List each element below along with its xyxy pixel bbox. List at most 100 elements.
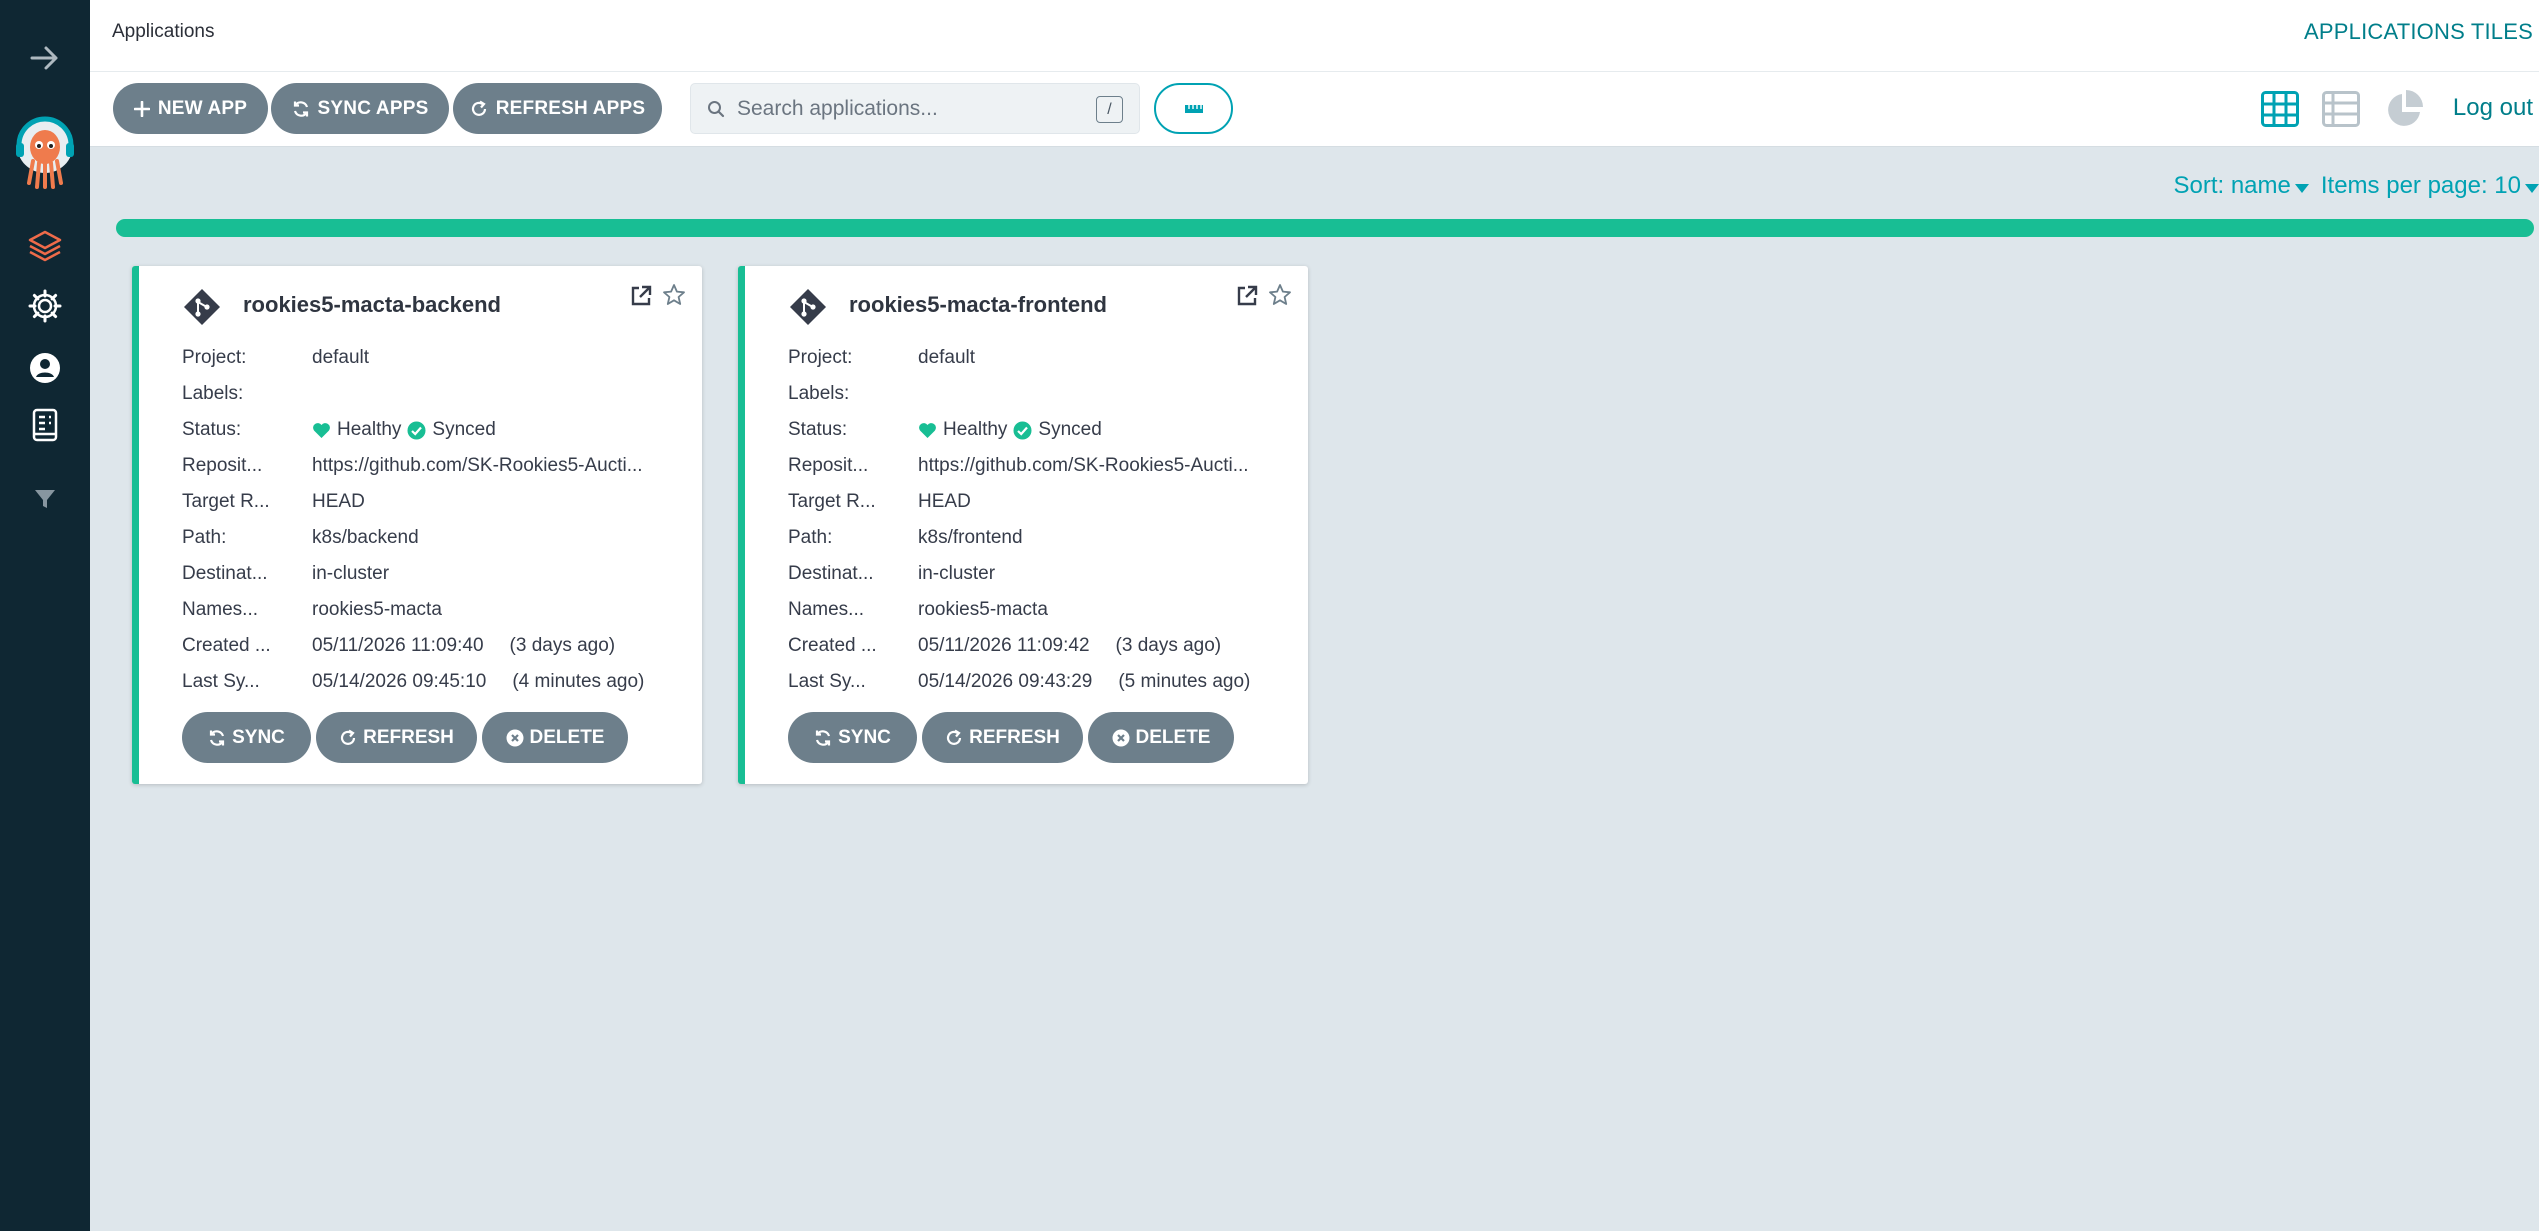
star-icon[interactable] — [662, 283, 686, 307]
field-label: Last Sy... — [182, 671, 260, 692]
top-header: Applications APPLICATIONS TILES — [90, 0, 2539, 72]
documentation-nav-icon[interactable] — [0, 405, 90, 445]
refresh-label: REFRESH — [969, 726, 1060, 748]
namespace-value: rookies5-macta — [312, 599, 442, 620]
view-title: APPLICATIONS TILES — [2304, 19, 2533, 44]
sync-status: Synced — [432, 419, 496, 440]
user-info-nav-icon[interactable] — [0, 348, 90, 388]
last-sync-row: Last Sy... 05/14/2026 09:45:10 (4 minutes … — [182, 664, 692, 700]
field-label: Target R... — [182, 491, 270, 512]
project-row: Project: default — [788, 340, 1298, 376]
destination-row: Destinat... in-cluster — [788, 556, 1298, 592]
target-revision-value: HEAD — [918, 491, 971, 512]
settings-nav-icon[interactable] — [0, 286, 90, 326]
external-link-icon[interactable] — [629, 284, 653, 308]
target-revision-value: HEAD — [312, 491, 365, 512]
field-label: Path: — [788, 527, 833, 548]
sync-icon — [815, 729, 831, 746]
sync-icon — [209, 729, 225, 746]
search-shortcut-hint: / — [1096, 96, 1123, 123]
git-repo-icon — [184, 289, 220, 325]
created-relative: (3 days ago) — [1115, 635, 1222, 656]
created-relative: (3 days ago) — [509, 635, 616, 656]
applications-nav-icon[interactable] — [0, 226, 90, 266]
chevron-down-icon — [2525, 184, 2539, 193]
project-value: default — [312, 347, 370, 368]
expand-sidebar-icon[interactable] — [0, 38, 90, 78]
sync-status: Synced — [1038, 419, 1102, 440]
summary-view-icon[interactable] — [2384, 90, 2424, 135]
sidebar — [0, 0, 90, 1231]
delete-button[interactable]: DELETE — [482, 712, 628, 763]
health-status: Healthy — [943, 419, 1008, 440]
field-label: Target R... — [788, 491, 876, 512]
refresh-label: REFRESH — [363, 726, 454, 748]
check-circle-icon — [407, 421, 426, 439]
new-app-label: NEW APP — [157, 97, 248, 119]
search-input[interactable] — [737, 92, 1087, 126]
repository-value: https://github.com/SK-Rookies5-Aucti... — [918, 455, 1249, 476]
favorites-toggle-button[interactable] — [1154, 83, 1233, 134]
refresh-button[interactable]: REFRESH — [922, 712, 1083, 763]
field-label: Labels: — [182, 383, 244, 404]
refresh-icon — [947, 729, 962, 745]
sort-dropdown[interactable]: Sort: name — [2173, 172, 2309, 200]
list-view-icon[interactable] — [2322, 91, 2360, 132]
last-sync-row: Last Sy... 05/14/2026 09:43:29 (5 minutes … — [788, 664, 1298, 700]
namespace-row: Names... rookies5-macta — [182, 592, 692, 628]
plus-icon — [133, 100, 150, 117]
field-label: Names... — [788, 599, 865, 620]
labels-row: Labels: — [788, 376, 1298, 412]
path-value: k8s/frontend — [918, 527, 1023, 548]
external-link-icon[interactable] — [1235, 284, 1259, 308]
namespace-row: Names... rookies5-macta — [788, 592, 1298, 628]
field-label: Path: — [182, 527, 227, 548]
new-app-button[interactable]: NEW APP — [113, 83, 268, 134]
app-tile[interactable]: rookies5-macta-backend Project: default L… — [132, 266, 702, 784]
project-row: Project: default — [182, 340, 692, 376]
namespace-value: rookies5-macta — [918, 599, 1048, 620]
sync-button[interactable]: SYNC — [788, 712, 917, 763]
field-label: Created ... — [788, 635, 877, 656]
search-box: / — [690, 83, 1140, 134]
field-label: Destinat... — [788, 563, 874, 584]
field-label: Last Sy... — [788, 671, 866, 692]
refresh-apps-label: REFRESH APPS — [495, 97, 646, 119]
labels-row: Labels: — [182, 376, 692, 412]
target-revision-row: Target R... HEAD — [788, 484, 1298, 520]
destination-row: Destinat... in-cluster — [182, 556, 692, 592]
created-value: 05/11/2026 11:09:42 — [918, 635, 1090, 656]
health-summary-bar — [116, 219, 2534, 237]
delete-button[interactable]: DELETE — [1088, 712, 1234, 763]
last-sync-relative: (5 minutes ago) — [1118, 671, 1251, 692]
last-sync-relative: (4 minutes ago) — [512, 671, 645, 692]
items-per-page-dropdown[interactable]: Items per page: 10 — [2321, 172, 2539, 200]
app-tile[interactable]: rookies5-macta-frontend Project: default … — [738, 266, 1308, 784]
sync-apps-label: SYNC APPS — [317, 97, 429, 119]
heart-icon — [919, 422, 936, 438]
chevron-down-icon — [2294, 184, 2309, 193]
repository-row: Reposit... https://github.com/SK-Rookies5… — [788, 448, 1298, 484]
field-label: Project: — [788, 347, 853, 368]
check-circle-icon — [1013, 421, 1032, 439]
last-sync-value: 05/14/2026 09:45:10 — [312, 671, 487, 692]
tiles-view-icon[interactable] — [2261, 91, 2299, 132]
heart-icon — [313, 422, 330, 438]
sync-button[interactable]: SYNC — [182, 712, 311, 763]
star-icon[interactable] — [1268, 283, 1292, 307]
app-name[interactable]: rookies5-macta-backend — [243, 292, 501, 318]
logout-link[interactable]: Log out — [2453, 94, 2533, 122]
path-value: k8s/backend — [312, 527, 419, 548]
refresh-button[interactable]: REFRESH — [316, 712, 477, 763]
sync-apps-button[interactable]: SYNC APPS — [271, 83, 449, 134]
sync-label: SYNC — [232, 726, 285, 748]
field-label: Status: — [788, 419, 848, 440]
destination-value: in-cluster — [312, 563, 390, 584]
app-name[interactable]: rookies5-macta-frontend — [849, 292, 1107, 318]
filter-nav-icon[interactable] — [0, 482, 90, 516]
status-row: Status: Healthy Synced — [182, 412, 692, 448]
refresh-apps-button[interactable]: REFRESH APPS — [453, 83, 662, 134]
argo-logo[interactable] — [0, 112, 90, 192]
field-label: Project: — [182, 347, 247, 368]
repository-row: Reposit... https://github.com/SK-Rookies5… — [182, 448, 692, 484]
